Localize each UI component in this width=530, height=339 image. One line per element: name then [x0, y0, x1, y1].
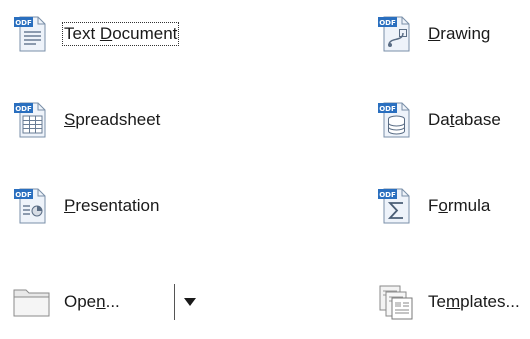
label-mnemonic: n [96, 292, 106, 311]
spreadsheet-button[interactable]: ODF Spreadsheet [12, 100, 160, 140]
label-part: F [428, 196, 439, 215]
label-mnemonic: D [99, 24, 113, 43]
text-document-button[interactable]: ODF Text Document [12, 14, 180, 54]
label-mnemonic: o [438, 196, 448, 215]
label-mnemonic: P [64, 196, 76, 215]
label-mnemonic: m [445, 292, 461, 311]
label-mnemonic: D [428, 24, 441, 43]
spreadsheet-icon: ODF [12, 100, 52, 140]
label-mnemonic: S [64, 110, 76, 129]
open-split-divider [174, 284, 175, 320]
database-label: Database [428, 110, 501, 130]
label-part: ocument [112, 24, 178, 43]
label-part: rmula [447, 196, 491, 215]
triangle-down-icon [184, 298, 196, 306]
odf-badge-text: ODF [379, 19, 396, 27]
label-part: Ope [64, 292, 97, 311]
text-document-label: Text Document [61, 22, 180, 46]
templates-button[interactable]: Templates... [376, 282, 520, 322]
odf-badge-text: ODF [379, 191, 396, 199]
odf-badge-text: ODF [379, 105, 396, 113]
presentation-label: Presentation [64, 196, 159, 216]
odf-badge-text: ODF [15, 19, 32, 27]
templates-icon [376, 282, 416, 322]
drawing-icon: ODF [376, 14, 416, 54]
label-part: ... [105, 292, 120, 311]
open-label: Open... [64, 292, 120, 312]
folder-icon [12, 282, 52, 322]
label-part: Da [428, 110, 450, 129]
drawing-label: Drawing [428, 24, 490, 44]
label-part: resentation [75, 196, 160, 215]
label-part: plates... [460, 292, 520, 311]
label-part: rawing [440, 24, 491, 43]
label-part: preadsheet [75, 110, 161, 129]
presentation-button[interactable]: ODF Presentation [12, 186, 159, 226]
odf-badge-text: ODF [15, 105, 32, 113]
odf-badge-text: ODF [15, 191, 32, 199]
label-part: Text [64, 24, 100, 43]
formula-icon: ODF [376, 186, 416, 226]
drawing-button[interactable]: ODF Drawing [376, 14, 490, 54]
database-icon: ODF [376, 100, 416, 140]
templates-label: Templates... [428, 292, 520, 312]
database-button[interactable]: ODF Database [376, 100, 501, 140]
presentation-icon: ODF [12, 186, 52, 226]
open-button[interactable]: Open... [12, 282, 120, 322]
label-part: abase [454, 110, 501, 129]
open-recent-dropdown-button[interactable] [178, 290, 202, 314]
formula-label: Formula [428, 196, 490, 216]
label-part: Te [428, 292, 446, 311]
start-center-launcher: ODF Text Document ODF Spreadsheet ODF Pr… [0, 0, 530, 339]
text-document-icon: ODF [12, 14, 52, 54]
formula-button[interactable]: ODF Formula [376, 186, 490, 226]
spreadsheet-label: Spreadsheet [64, 110, 160, 130]
